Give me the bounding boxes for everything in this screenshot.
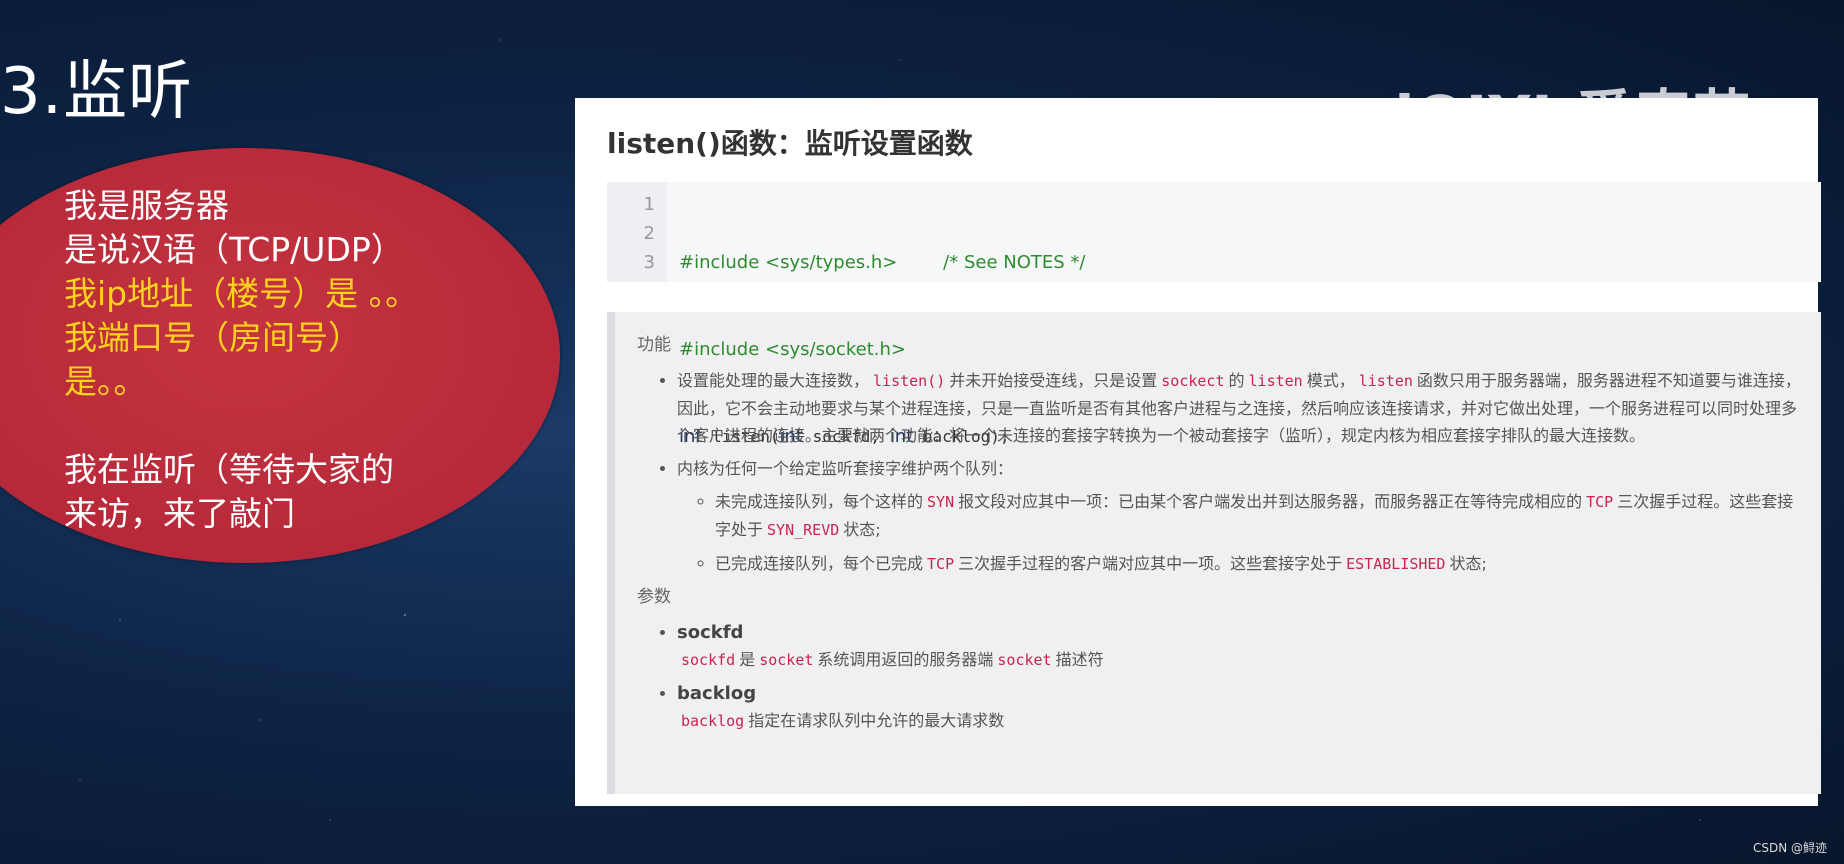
bubble-line-3: 我ip地址（楼号）是 。。 <box>64 274 419 313</box>
text-fragment: 设置能处理的最大连接数， <box>677 371 870 390</box>
inline-code: sockect <box>1161 372 1225 390</box>
text-fragment: 并未开始接受连线，只是设置 <box>949 371 1158 390</box>
doc-screenshot-panel: listen()函数：监听设置函数 1 2 3 #include <sys/ty… <box>575 98 1821 806</box>
text-fragment: 状态; <box>843 520 881 539</box>
text-fragment: 未完成连接队列，每个这样的 <box>715 492 924 511</box>
function-bullet-2: 内核为任何一个给定监听套接字维护两个队列： 未完成连接队列，每个这样的SYN报文… <box>677 455 1801 578</box>
inline-code: sockfd <box>681 651 736 669</box>
inline-code: TCP <box>927 555 955 573</box>
inline-code: backlog <box>681 712 745 730</box>
text-fragment: 是 <box>739 650 756 669</box>
queue-list: 未完成连接队列，每个这样的SYN报文段对应其中一项：已由某个客户端发出并到达服务… <box>677 488 1801 578</box>
param-item-backlog: backlog backlog指定在请求队列中允许的最大请求数 <box>677 680 1801 735</box>
text-fragment: 的 <box>1228 371 1245 390</box>
param-description: backlog 指定在请求队列中允许的最大请求数 <box>677 707 1801 735</box>
line-number: 2 <box>643 223 655 244</box>
inline-code: listen <box>1248 372 1303 390</box>
code-line-2: #include <sys/socket.h> <box>679 335 1085 364</box>
code-comment: /* See NOTES */ <box>943 252 1086 273</box>
bubble-line-5: 是。。 <box>64 362 147 401</box>
params-list: sockfd sockfd是socket系统调用返回的服务器端socket描述符… <box>637 619 1801 735</box>
inline-code: TCP <box>1586 493 1614 511</box>
line-number: 1 <box>643 194 655 215</box>
code-block: 1 2 3 #include <sys/types.h> /* See NOTE… <box>607 182 1821 447</box>
bubble-line-4: 我端口号（房间号） <box>64 318 361 357</box>
inline-code: ESTABLISHED <box>1346 555 1446 573</box>
text-fragment: 内核为任何一个给定监听套接字维护两个队列： <box>677 459 1014 478</box>
function-bullet-1: 设置能处理的最大连接数，listen()并未开始接受连线，只是设置sockect… <box>677 367 1801 449</box>
panel-heading: listen()函数：监听设置函数 <box>607 127 973 160</box>
inline-code: socket <box>759 651 814 669</box>
inline-code: listen <box>1358 372 1413 390</box>
code-line-1: #include <sys/types.h> /* See NOTES */ <box>679 248 1085 277</box>
bubble-spacer <box>64 404 418 448</box>
inline-code: socket <box>997 651 1052 669</box>
text-fragment: 状态; <box>1449 554 1487 573</box>
csdn-credit: CSDN @鲟迹 <box>1752 841 1827 855</box>
queue-bullet-1: 未完成连接队列，每个这样的SYN报文段对应其中一项：已由某个客户端发出并到达服务… <box>715 488 1801 544</box>
param-name: backlog <box>677 683 757 704</box>
text-fragment: 描述符 <box>1055 650 1104 669</box>
function-list: 设置能处理的最大连接数，listen()并未开始接受连线，只是设置sockect… <box>637 367 1801 578</box>
params-heading: 参数 <box>637 587 671 607</box>
include-directive: #include <sys/types.h> <box>679 252 898 273</box>
param-description: sockfd 是 socket 系统调用返回的服务器端 socket 描述符 <box>677 646 1801 674</box>
speech-bubble-text: 我是服务器 是说汉语（TCP/UDP） 我ip地址（楼号）是 。。 我端口号（房… <box>64 184 418 536</box>
inline-code: listen() <box>873 372 946 390</box>
text-fragment: 系统调用返回的服务器端 <box>817 650 994 669</box>
text-fragment: 指定在请求队列中允许的最大请求数 <box>748 711 1005 730</box>
description-block: 功能 设置能处理的最大连接数，listen()并未开始接受连线，只是设置sock… <box>607 312 1821 794</box>
include-directive: #include <sys/socket.h> <box>679 339 906 360</box>
text-fragment: 模式， <box>1306 371 1355 390</box>
code-line-numbers: 1 2 3 <box>607 182 667 282</box>
slide-title: 3.监听 <box>0 55 194 129</box>
text-fragment: 三次握手过程的客户端对应其中一项。这些套接字处于 <box>958 554 1343 573</box>
code-lines: #include <sys/types.h> /* See NOTES */ #… <box>667 182 1085 447</box>
text-fragment: 已完成连接队列，每个已完成 <box>715 554 924 573</box>
bubble-line-6: 我在监听（等待大家的 <box>64 450 394 489</box>
bubble-line-2: 是说汉语（TCP/UDP） <box>64 230 404 269</box>
param-name: sockfd <box>677 622 744 643</box>
queue-bullet-2: 已完成连接队列，每个已完成TCP三次握手过程的客户端对应其中一项。这些套接字处于… <box>715 550 1801 578</box>
inline-code: SYN <box>927 493 955 511</box>
line-number: 3 <box>643 252 655 273</box>
text-fragment: 报文段对应其中一项：已由某个客户端发出并到达服务器，而服务器正在等待完成相应的 <box>958 492 1583 511</box>
bubble-line-7: 来访，来了敲门 <box>64 494 295 533</box>
inline-code: SYN_REVD <box>767 521 840 539</box>
bubble-line-1: 我是服务器 <box>64 186 229 225</box>
param-item-sockfd: sockfd sockfd是socket系统调用返回的服务器端socket描述符 <box>677 619 1801 674</box>
